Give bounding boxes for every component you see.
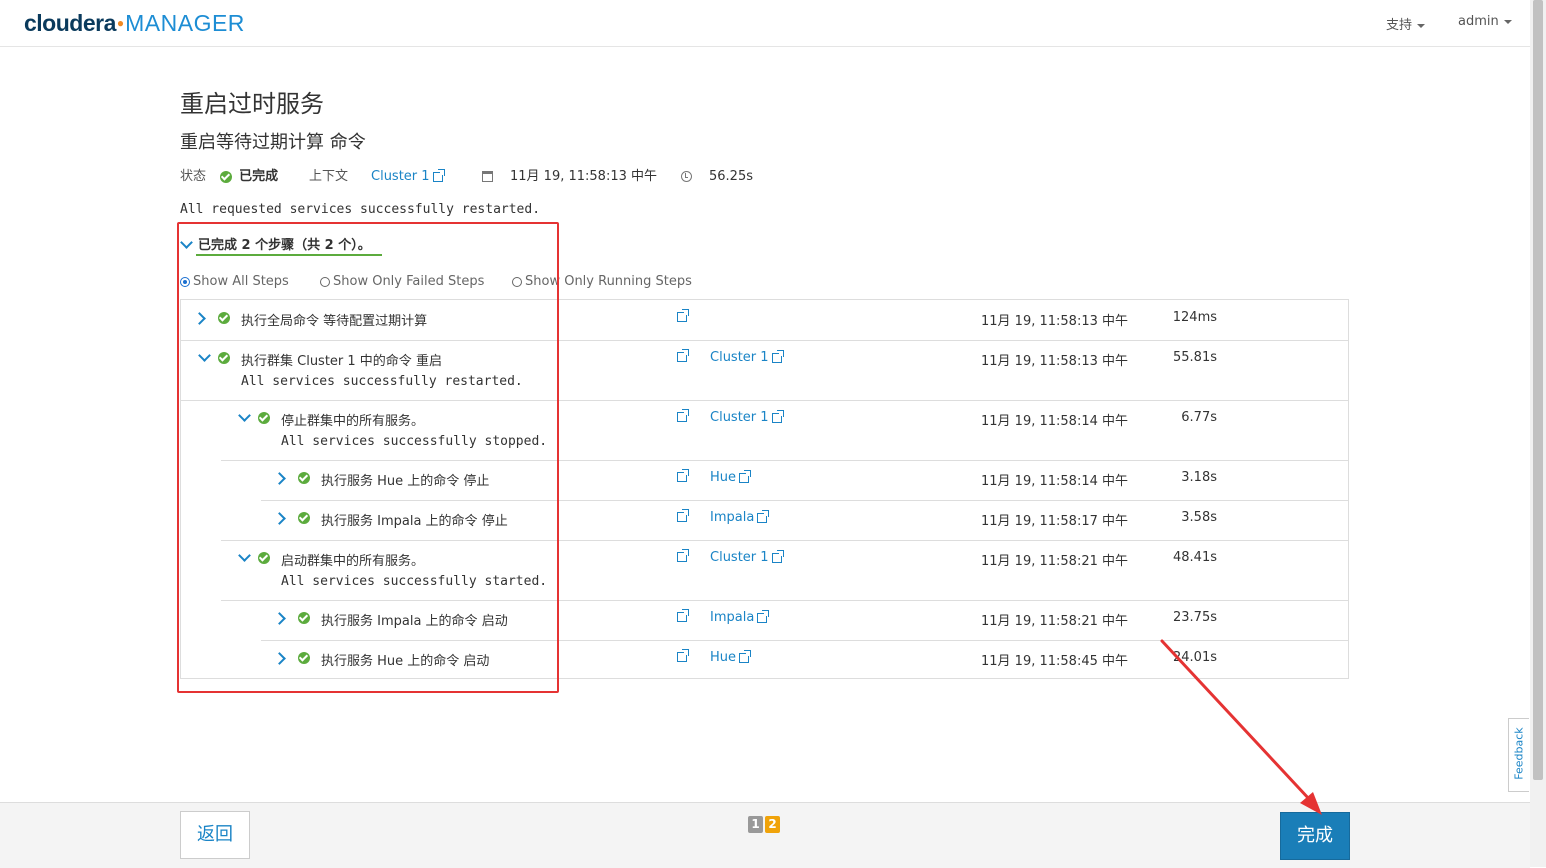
- caret-down-icon: [1417, 23, 1426, 28]
- finish-button[interactable]: 完成: [1280, 812, 1350, 860]
- wizard-footer: 返回 12 完成: [0, 802, 1530, 868]
- step-context-link[interactable]: Cluster 1: [710, 409, 785, 425]
- command-details-link-icon[interactable]: [677, 309, 690, 322]
- step-context-link[interactable]: Impala: [710, 509, 771, 525]
- wizard-step-indicator: 12: [748, 813, 782, 833]
- external-link-icon: [757, 509, 771, 523]
- step-context-link[interactable]: Impala: [710, 609, 771, 625]
- user-menu[interactable]: admin: [1458, 14, 1512, 29]
- logo-dot-icon: ●: [116, 16, 125, 30]
- step-time: 11月 19, 11:58:45 中午: [981, 654, 1128, 669]
- feedback-tab[interactable]: Feedback: [1508, 718, 1529, 792]
- step-duration: 3.58s: [1181, 510, 1217, 525]
- support-menu[interactable]: 支持: [1386, 14, 1426, 33]
- command-title: 重启等待过期计算 命令: [180, 132, 366, 153]
- external-link-icon: [757, 609, 771, 623]
- step-duration: 48.41s: [1173, 550, 1217, 565]
- command-details-link-icon[interactable]: [677, 469, 690, 482]
- page-scrollbar[interactable]: [1530, 0, 1546, 867]
- step-context-link[interactable]: Hue: [710, 469, 753, 485]
- start-time: 11月 19, 11:58:13 中午: [510, 169, 657, 184]
- external-link-icon: [739, 469, 753, 483]
- status-value: 已完成: [220, 168, 278, 186]
- back-button[interactable]: 返回: [180, 811, 250, 859]
- step-time: 11月 19, 11:58:14 中午: [981, 474, 1128, 489]
- external-link-icon: [432, 168, 446, 182]
- wizard-step-2-current: 2: [765, 816, 780, 833]
- step-time: 11月 19, 11:58:14 中午: [981, 414, 1128, 429]
- step-context-link[interactable]: Cluster 1: [710, 549, 785, 565]
- step-time: 11月 19, 11:58:13 中午: [981, 314, 1128, 329]
- step-duration: 23.75s: [1173, 610, 1217, 625]
- step-context-link[interactable]: Hue: [710, 649, 753, 665]
- external-link-icon: [771, 549, 785, 563]
- step-duration: 124ms: [1172, 310, 1217, 325]
- step-context-link[interactable]: Cluster 1: [710, 349, 785, 365]
- step-time: 11月 19, 11:58:13 中午: [981, 354, 1128, 369]
- command-details-link-icon[interactable]: [677, 649, 690, 662]
- command-details-link-icon[interactable]: [677, 609, 690, 622]
- top-navbar: cloudera●MANAGER 支持 admin: [0, 0, 1530, 47]
- cloudera-manager-logo[interactable]: cloudera●MANAGER: [24, 9, 245, 37]
- result-message: All requested services successfully rest…: [180, 202, 541, 217]
- page-title: 重启过时服务: [180, 90, 324, 118]
- calendar-icon: [482, 168, 493, 186]
- step-time: 11月 19, 11:58:21 中午: [981, 614, 1128, 629]
- step-duration: 24.01s: [1173, 650, 1217, 665]
- step-duration: 3.18s: [1181, 470, 1217, 485]
- scrollbar-thumb[interactable]: [1533, 0, 1543, 780]
- duration: 56.25s: [709, 169, 753, 184]
- external-link-icon: [771, 349, 785, 363]
- external-link-icon: [771, 409, 785, 423]
- command-details-link-icon[interactable]: [677, 349, 690, 362]
- context-link[interactable]: Cluster 1: [371, 168, 446, 186]
- status-label: 状态: [180, 169, 207, 184]
- caret-down-icon: [1503, 19, 1512, 24]
- command-details-link-icon[interactable]: [677, 509, 690, 522]
- external-link-icon: [739, 649, 753, 663]
- success-check-icon: [220, 170, 232, 183]
- command-status-line: 状态 已完成 上下文 Cluster 1 11月 19, 11:58:13 中午…: [180, 168, 880, 188]
- step-time: 11月 19, 11:58:21 中午: [981, 554, 1128, 569]
- command-details-link-icon[interactable]: [677, 409, 690, 422]
- clock-icon: [681, 168, 692, 186]
- annotation-highlight-box: [177, 222, 559, 693]
- command-details-link-icon[interactable]: [677, 549, 690, 562]
- context-label: 上下文: [309, 169, 349, 184]
- step-duration: 6.77s: [1181, 410, 1217, 425]
- wizard-step-1[interactable]: 1: [748, 816, 763, 833]
- step-duration: 55.81s: [1173, 350, 1217, 365]
- step-time: 11月 19, 11:58:17 中午: [981, 514, 1128, 529]
